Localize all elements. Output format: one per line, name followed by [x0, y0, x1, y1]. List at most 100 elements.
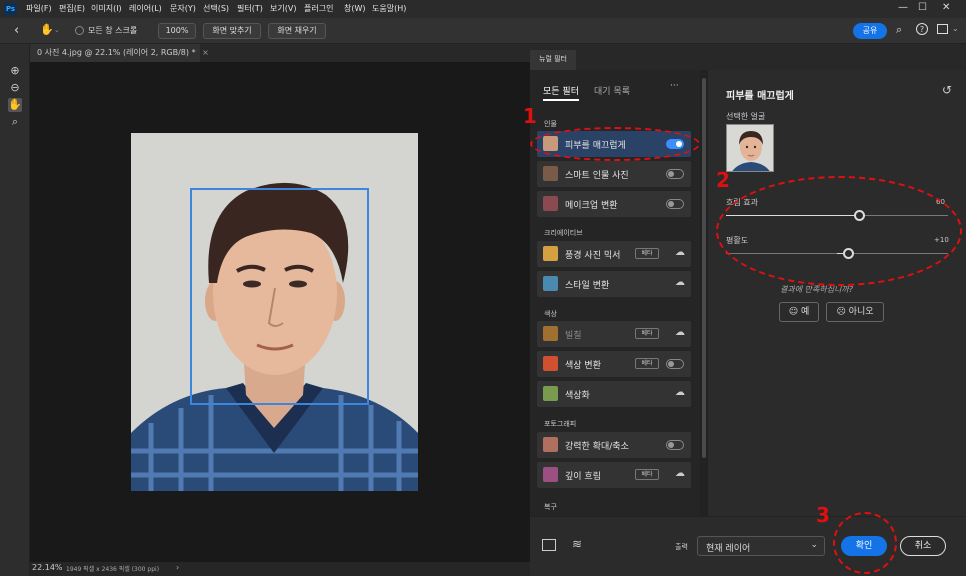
more-options-icon[interactable]: ··· — [670, 81, 679, 91]
filter-smart-portrait[interactable]: 스마트 인물 사진 — [537, 161, 691, 187]
filter-label: 빌칠 — [565, 331, 582, 341]
status-chevron-icon[interactable]: › — [176, 563, 179, 572]
selected-face-label: 선택한 얼굴 — [726, 112, 766, 121]
share-button[interactable]: 공유 — [853, 23, 887, 39]
maximize-icon[interactable]: ☐ — [918, 2, 927, 13]
tab-all-filters[interactable]: 모든 필터 — [543, 84, 579, 101]
menu-layer[interactable]: 레이어(L) — [129, 3, 162, 14]
reset-icon[interactable]: ↺ — [942, 83, 952, 97]
color-transfer-toggle[interactable] — [666, 359, 684, 369]
neural-filters-footer: ≋ 출력 현재 레이어 ⌄ 확인 취소 — [530, 516, 966, 576]
category-restore: 복구 — [544, 503, 557, 511]
fill-screen-button[interactable]: 화면 채우기 — [268, 23, 326, 39]
filter-harmonize[interactable]: 빌칠 베타 ☁ — [537, 321, 691, 347]
makeup-transfer-toggle[interactable] — [666, 199, 684, 209]
menu-window[interactable]: 창(W) — [344, 3, 366, 14]
filter-list-scrollbar[interactable] — [700, 70, 708, 516]
menu-type[interactable]: 문자(Y) — [170, 3, 196, 14]
cloud-download-icon[interactable]: ☁ — [675, 468, 685, 479]
super-zoom-toggle[interactable] — [666, 440, 684, 450]
menu-edit[interactable]: 편집(E) — [59, 3, 85, 14]
color-transfer-icon — [543, 356, 558, 371]
feedback-yes-button[interactable]: ☺ 예 — [779, 302, 819, 322]
tab-waitlist[interactable]: 대기 목록 — [594, 84, 630, 97]
menu-filter[interactable]: 필터(T) — [237, 3, 263, 14]
menu-bar: Ps 파일(F) 편집(E) 이미지(I) 레이어(L) 문자(Y) 선택(S)… — [0, 0, 966, 18]
output-value: 현재 레이어 — [706, 544, 751, 554]
portrait-icon — [543, 166, 558, 181]
scrollbar-thumb[interactable] — [702, 78, 706, 458]
filter-makeup-transfer[interactable]: 메이크업 변환 — [537, 191, 691, 217]
zoom-out-icon[interactable]: ⊖ — [8, 81, 22, 95]
scroll-all-checkbox[interactable] — [75, 26, 84, 35]
filter-colorize[interactable]: 색상화 ☁ — [537, 381, 691, 407]
menu-plugins[interactable]: 플러그인 — [304, 3, 333, 14]
category-creative: 크리에이티브 — [544, 229, 583, 237]
document-tab[interactable]: 0 사진 4.jpg @ 22.1% (레이어 2, RGB/8) * × — [30, 44, 209, 62]
makeup-icon — [543, 196, 558, 211]
face-selection-box — [190, 188, 369, 405]
minimize-icon[interactable]: — — [898, 2, 908, 13]
menu-file[interactable]: 파일(F) — [26, 3, 52, 14]
annotation-number-2: 2 — [716, 168, 730, 192]
cloud-download-icon[interactable]: ☁ — [675, 247, 685, 258]
menu-help[interactable]: 도움말(H) — [372, 3, 406, 14]
smart-portrait-toggle[interactable] — [666, 169, 684, 179]
close-tab-icon[interactable]: × — [202, 48, 209, 57]
filter-label: 색상 변환 — [565, 361, 601, 371]
category-portrait: 인물 — [544, 120, 557, 128]
zoom-in-icon[interactable]: ⊕ — [8, 64, 22, 78]
menu-view[interactable]: 보기(V) — [270, 3, 296, 14]
chevron-down-icon: ⌄ — [810, 540, 818, 550]
harmonize-icon — [543, 326, 558, 341]
menu-select[interactable]: 선택(S) — [203, 3, 229, 14]
menu-image[interactable]: 이미지(I) — [91, 3, 122, 14]
filter-landscape-mixer[interactable]: 풍경 사진 믹서 베타 ☁ — [537, 241, 691, 267]
portrait-photo — [131, 133, 418, 491]
compare-view-icon[interactable] — [542, 539, 556, 551]
category-photography: 포토그래피 — [544, 420, 577, 428]
filter-style-transfer[interactable]: 스타일 변환 ☁ — [537, 271, 691, 297]
workspace-chevron-icon[interactable]: ⌄ — [952, 24, 959, 33]
neural-filters-tabbar: 뉴럴 필터 — [530, 44, 966, 70]
cloud-download-icon[interactable]: ☁ — [675, 387, 685, 398]
scroll-all-label: 모든 창 스크롤 — [88, 26, 138, 35]
filter-label: 깊이 흐림 — [565, 472, 601, 482]
help-icon[interactable]: ? — [916, 23, 928, 35]
no-label: 아니오 — [848, 307, 874, 317]
filter-label: 메이크업 변환 — [565, 201, 618, 211]
cloud-download-icon[interactable]: ☁ — [675, 277, 685, 288]
layers-icon[interactable]: ≋ — [572, 537, 582, 551]
canvas-area[interactable] — [30, 62, 530, 562]
filter-color-transfer[interactable]: 색상 변환 베타 — [537, 351, 691, 377]
status-bar: 22.14% 1949 픽셀 x 2436 픽셀 (300 ppi) › — [30, 562, 530, 576]
search-icon[interactable]: ⌕ — [896, 23, 902, 37]
workspace-icon[interactable] — [937, 24, 948, 34]
filter-label: 색상화 — [565, 391, 590, 401]
output-select[interactable]: 현재 레이어 ⌄ — [697, 536, 825, 556]
document-dimensions: 1949 픽셀 x 2436 픽셀 (300 ppi) — [66, 566, 160, 573]
depth-blur-icon — [543, 467, 558, 482]
back-chevron-icon[interactable]: ‹ — [14, 23, 19, 38]
hand-tool-icon[interactable]: ✋ — [40, 23, 54, 36]
fit-screen-button[interactable]: 화면 맞추기 — [203, 23, 261, 39]
hand-tool-icon[interactable]: ✋ — [8, 98, 22, 112]
zoom-100-button[interactable]: 100% — [158, 23, 196, 39]
document-tab-title: 0 사진 4.jpg @ 22.1% (레이어 2, RGB/8) * — [37, 48, 196, 57]
chevron-down-icon[interactable]: ⌄ — [54, 26, 60, 34]
neural-filters-tab[interactable]: 뉴럴 필터 — [530, 50, 576, 70]
zoom-level[interactable]: 22.14% — [32, 563, 63, 572]
selected-face-thumbnail[interactable] — [726, 124, 774, 172]
photoshop-logo: Ps — [4, 3, 17, 15]
feedback-no-button[interactable]: ☹ 아니오 — [826, 302, 884, 322]
annotation-number-1: 1 — [523, 104, 537, 128]
landscape-icon — [543, 246, 558, 261]
filter-depth-blur[interactable]: 깊이 흐림 베타 ☁ — [537, 462, 691, 488]
cloud-download-icon[interactable]: ☁ — [675, 327, 685, 338]
filter-super-zoom[interactable]: 강력한 확대/축소 — [537, 432, 691, 458]
magnifier-icon[interactable]: ⌕ — [8, 115, 22, 129]
cancel-button[interactable]: 취소 — [900, 536, 946, 556]
smile-icon: ☺ — [788, 307, 799, 317]
beta-badge: 베타 — [635, 469, 659, 480]
close-window-icon[interactable]: ✕ — [942, 2, 950, 13]
